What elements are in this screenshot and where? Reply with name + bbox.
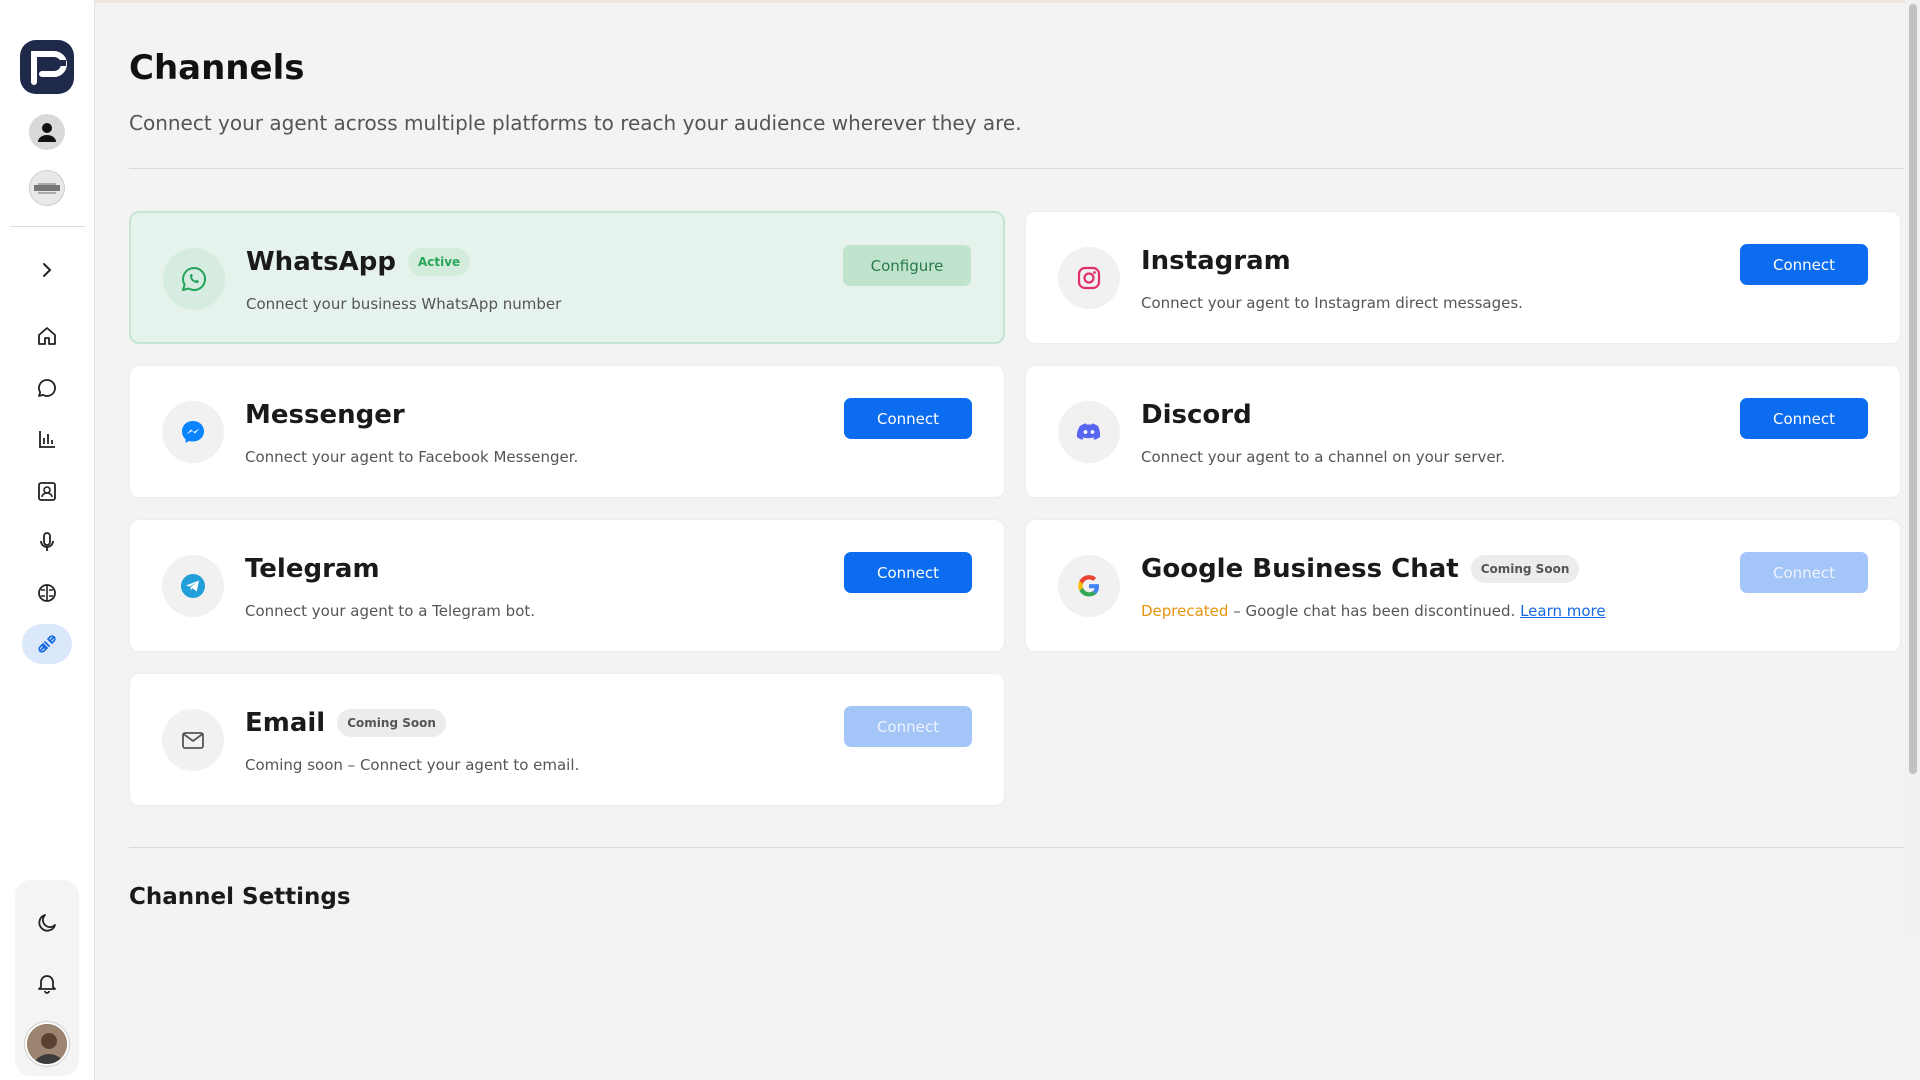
header-divider bbox=[129, 168, 1904, 169]
channel-title: Discord bbox=[1141, 400, 1252, 430]
deprecated-text: – Google chat has been discontinued. bbox=[1228, 602, 1521, 620]
sidebar-divider bbox=[10, 226, 85, 227]
channel-card-email: Email Coming Soon Coming soon – Connect … bbox=[129, 673, 1005, 806]
nav-voice[interactable] bbox=[22, 522, 72, 562]
app-logo[interactable] bbox=[20, 40, 74, 94]
plug-icon bbox=[38, 635, 56, 653]
nav-channels[interactable] bbox=[22, 624, 72, 664]
contact-card-icon bbox=[38, 482, 56, 501]
status-badge: Active bbox=[407, 248, 471, 276]
theme-toggle-button[interactable] bbox=[22, 900, 72, 946]
discord-icon bbox=[1058, 401, 1120, 463]
channel-description: Deprecated – Google chat has been discon… bbox=[1141, 602, 1606, 620]
notifications-button[interactable] bbox=[22, 960, 72, 1006]
channel-description: Coming soon – Connect your agent to emai… bbox=[245, 756, 580, 774]
configure-button[interactable]: Configure bbox=[843, 245, 971, 286]
nav-chat[interactable] bbox=[22, 368, 72, 408]
channel-card-instagram: Instagram Connect your agent to Instagra… bbox=[1025, 211, 1901, 344]
bell-icon bbox=[38, 975, 56, 994]
page-title: Channels bbox=[129, 48, 305, 88]
learn-more-link[interactable]: Learn more bbox=[1520, 602, 1606, 620]
instagram-icon bbox=[1058, 247, 1120, 309]
channel-settings-heading: Channel Settings bbox=[129, 884, 351, 910]
connect-button[interactable]: Connect bbox=[844, 706, 972, 747]
moon-icon bbox=[38, 914, 56, 932]
nav-knowledge[interactable] bbox=[22, 573, 72, 613]
nav-home[interactable] bbox=[22, 316, 72, 356]
google-icon bbox=[1058, 555, 1120, 617]
section-divider bbox=[129, 847, 1904, 848]
status-badge: Coming Soon bbox=[337, 709, 446, 737]
scrollbar-thumb[interactable] bbox=[1909, 4, 1917, 774]
mail-icon bbox=[162, 709, 224, 771]
channel-title: Email bbox=[245, 708, 326, 738]
connect-button[interactable]: Connect bbox=[844, 552, 972, 593]
channel-card-telegram: Telegram Connect your agent to a Telegra… bbox=[129, 519, 1005, 652]
chevron-right-icon bbox=[43, 263, 52, 277]
connect-button[interactable]: Connect bbox=[1740, 244, 1868, 285]
messenger-icon bbox=[162, 401, 224, 463]
channel-description: Connect your agent to Instagram direct m… bbox=[1141, 294, 1523, 312]
channel-card-discord: Discord Connect your agent to a channel … bbox=[1025, 365, 1901, 498]
channel-title: Google Business Chat bbox=[1141, 554, 1459, 584]
telegram-icon bbox=[162, 555, 224, 617]
status-badge: Coming Soon bbox=[1470, 555, 1580, 583]
user-icon[interactable] bbox=[29, 114, 65, 150]
microphone-icon bbox=[40, 532, 54, 551]
sidebar bbox=[0, 0, 95, 1080]
connect-button[interactable]: Connect bbox=[844, 398, 972, 439]
channel-title: WhatsApp bbox=[246, 247, 396, 277]
organization-avatar[interactable] bbox=[29, 170, 65, 206]
deprecated-label: Deprecated bbox=[1141, 602, 1229, 620]
whatsapp-icon bbox=[163, 248, 225, 310]
bar-chart-icon bbox=[39, 431, 55, 448]
chat-bubble-icon bbox=[38, 379, 56, 397]
expand-sidebar-button[interactable] bbox=[22, 250, 72, 290]
home-icon bbox=[38, 327, 56, 345]
channel-description: Connect your agent to a Telegram bot. bbox=[245, 602, 536, 620]
main-content: Channels Connect your agent across multi… bbox=[95, 0, 1905, 1080]
channel-card-google-business-chat: Google Business Chat Coming Soon Depreca… bbox=[1025, 519, 1901, 652]
nav-analytics[interactable] bbox=[22, 419, 72, 459]
channel-title: Telegram bbox=[245, 554, 380, 584]
channel-card-messenger: Messenger Connect your agent to Facebook… bbox=[129, 365, 1005, 498]
connect-button[interactable]: Connect bbox=[1740, 552, 1868, 593]
channel-description: Connect your business WhatsApp number bbox=[246, 295, 562, 313]
channel-title: Instagram bbox=[1141, 246, 1291, 276]
channel-card-whatsapp: WhatsApp Active Connect your business Wh… bbox=[129, 211, 1005, 344]
connect-button[interactable]: Connect bbox=[1740, 398, 1868, 439]
brain-icon bbox=[38, 584, 56, 602]
nav-contacts[interactable] bbox=[22, 471, 72, 511]
channel-description: Connect your agent to a channel on your … bbox=[1141, 448, 1506, 466]
user-profile-avatar[interactable] bbox=[25, 1022, 69, 1066]
channel-description: Connect your agent to Facebook Messenger… bbox=[245, 448, 579, 466]
page-subtitle: Connect your agent across multiple platf… bbox=[129, 111, 1022, 135]
channel-title: Messenger bbox=[245, 400, 405, 430]
page-scrollbar[interactable] bbox=[1905, 0, 1920, 935]
